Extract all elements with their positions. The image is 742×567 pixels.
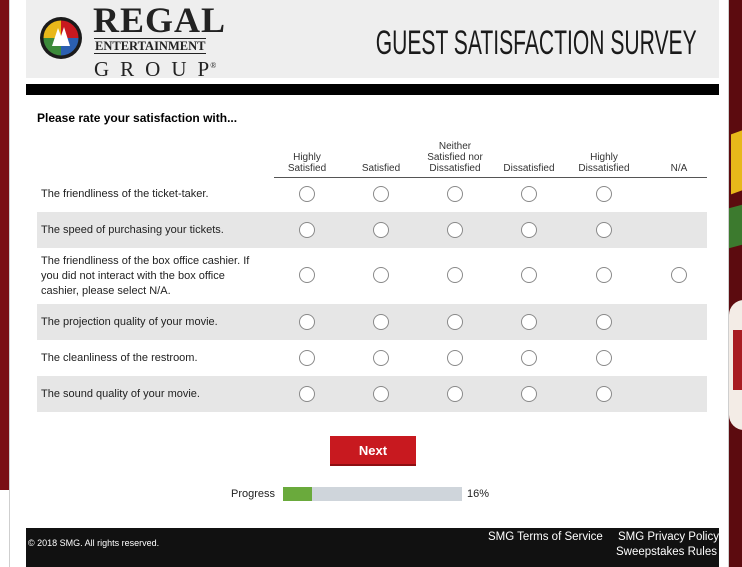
row-label: The friendliness of the box office cashi… — [41, 255, 250, 297]
logo-wordmark-regal: REGAL — [93, 0, 227, 40]
column-header-dissatisfied: Dissatisfied — [493, 138, 565, 174]
table-row: The friendliness of the box office cashi… — [37, 248, 707, 304]
column-header-neutral: Neither Satisfied nor Dissatisfied — [419, 138, 491, 174]
sweepstakes-rules-link[interactable]: Sweepstakes Rules — [616, 546, 717, 558]
row-label: The speed of purchasing your tickets. — [41, 224, 224, 236]
background-decoration — [733, 330, 742, 390]
next-button[interactable]: Next — [330, 436, 416, 466]
radio-neutral[interactable] — [447, 386, 463, 402]
radio-satisfied[interactable] — [373, 350, 389, 366]
radio-satisfied[interactable] — [373, 386, 389, 402]
survey-page: REGAL ENTERTAINMENT GROUP® GUEST SATISFA… — [9, 0, 729, 567]
progress-bar-fill — [283, 487, 312, 501]
footer: © 2018 SMG. All rights reserved. SMG Ter… — [26, 528, 719, 567]
radio-neutral[interactable] — [447, 350, 463, 366]
copyright-text: © 2018 SMG. All rights reserved. — [28, 538, 160, 548]
background-decoration — [729, 201, 742, 249]
logo-wordmark-entertainment: ENTERTAINMENT — [94, 38, 207, 54]
radio-highly-satisfied[interactable] — [299, 222, 315, 238]
logo-wordmark-group: GROUP® — [94, 55, 226, 80]
radio-dissatisfied[interactable] — [521, 267, 537, 283]
background-right-edge — [729, 0, 742, 567]
row-label: The friendliness of the ticket-taker. — [41, 188, 209, 200]
header-divider — [26, 84, 719, 95]
table-row: The sound quality of your movie. — [37, 376, 707, 412]
column-header-line: Satisfied — [361, 163, 401, 174]
registered-mark: ® — [210, 61, 217, 70]
header: REGAL ENTERTAINMENT GROUP® GUEST SATISFA… — [26, 0, 719, 80]
privacy-policy-link[interactable]: SMG Privacy Policy — [618, 531, 719, 543]
radio-satisfied[interactable] — [373, 314, 389, 330]
progress-label: Progress — [231, 488, 276, 500]
background-left-edge — [0, 0, 9, 567]
radio-highly-dissatisfied[interactable] — [596, 350, 612, 366]
column-header-line: Dissatisfied — [578, 163, 630, 174]
radio-highly-dissatisfied[interactable] — [596, 386, 612, 402]
column-header-line: Highly — [590, 152, 618, 163]
background-left-lower — [0, 490, 9, 567]
table-row: The projection quality of your movie. — [37, 304, 707, 340]
column-header-highly-satisfied: Highly Satisfied — [271, 138, 343, 174]
radio-satisfied[interactable] — [373, 186, 389, 202]
radio-highly-dissatisfied[interactable] — [596, 222, 612, 238]
radio-neutral[interactable] — [447, 314, 463, 330]
table-row: The friendliness of the ticket-taker. — [37, 178, 707, 212]
radio-highly-dissatisfied[interactable] — [596, 186, 612, 202]
row-label: The projection quality of your movie. — [41, 316, 218, 328]
radio-satisfied[interactable] — [373, 267, 389, 283]
column-header-line: Dissatisfied — [503, 163, 555, 174]
terms-of-service-link[interactable]: SMG Terms of Service — [488, 531, 603, 543]
column-header-highly-dissatisfied: Highly Dissatisfied — [568, 138, 640, 174]
column-header-line: Highly — [293, 152, 321, 163]
column-header-line: Satisfied nor — [427, 152, 483, 163]
radio-dissatisfied[interactable] — [521, 386, 537, 402]
radio-satisfied[interactable] — [373, 222, 389, 238]
column-header-line: Satisfied — [287, 163, 327, 174]
radio-dissatisfied[interactable] — [521, 314, 537, 330]
radio-highly-satisfied[interactable] — [299, 314, 315, 330]
column-header-line: Neither — [438, 141, 472, 152]
radio-highly-satisfied[interactable] — [299, 186, 315, 202]
table-row: The speed of purchasing your tickets. — [37, 212, 707, 248]
background-decoration — [731, 125, 742, 195]
radio-neutral[interactable] — [447, 267, 463, 283]
radio-highly-satisfied[interactable] — [299, 386, 315, 402]
column-header-satisfied: Satisfied — [345, 138, 417, 174]
radio-neutral[interactable] — [447, 186, 463, 202]
column-header-line: Dissatisfied — [429, 163, 481, 174]
progress-percent: 16% — [467, 488, 490, 500]
radio-na[interactable] — [671, 267, 687, 283]
column-header-na: N/A — [643, 138, 715, 174]
radio-highly-dissatisfied[interactable] — [596, 267, 612, 283]
row-label: The sound quality of your movie. — [41, 388, 200, 400]
radio-highly-dissatisfied[interactable] — [596, 314, 612, 330]
progress-bar — [283, 487, 462, 501]
radio-highly-satisfied[interactable] — [299, 267, 315, 283]
question-prompt: Please rate your satisfaction with... — [37, 111, 238, 125]
logo-group-text: GROUP — [94, 57, 221, 81]
radio-highly-satisfied[interactable] — [299, 350, 315, 366]
radio-neutral[interactable] — [447, 222, 463, 238]
survey-title: GUEST SATISFACTION SURVEY — [376, 24, 697, 62]
table-row: The cleanliness of the restroom. — [37, 340, 707, 376]
radio-dissatisfied[interactable] — [521, 350, 537, 366]
regal-logo-icon — [40, 17, 82, 59]
column-header-line: N/A — [670, 163, 688, 174]
radio-dissatisfied[interactable] — [521, 186, 537, 202]
radio-dissatisfied[interactable] — [521, 222, 537, 238]
row-label: The cleanliness of the restroom. — [41, 352, 198, 364]
